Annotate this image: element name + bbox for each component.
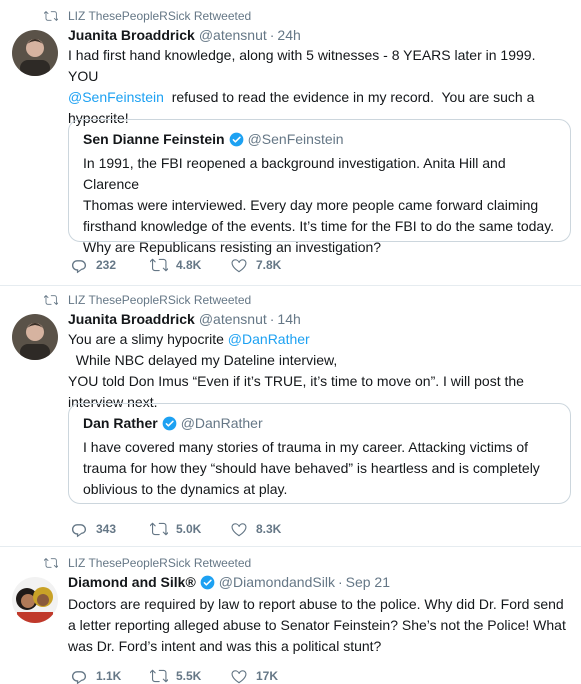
reply-icon [71, 260, 87, 274]
avatar[interactable] [12, 314, 58, 360]
reply-button[interactable]: 1.1K [70, 666, 121, 684]
tweet-2[interactable]: LIZ ThesePeopleRSick Retweeted Juanita B… [0, 286, 581, 546]
separator-dot: · [269, 311, 275, 327]
author-name[interactable]: Juanita Broaddrick [68, 311, 195, 327]
retweet-button[interactable]: 5.5K [150, 666, 201, 684]
like-count: 8.3K [256, 522, 282, 536]
retweet-label: LIZ ThesePeopleRSick Retweeted [68, 9, 252, 23]
retweet-button[interactable]: 4.8K [150, 255, 201, 275]
reply-count: 1.1K [96, 669, 122, 683]
text-line: Doctors are required by law to report ab… [68, 596, 564, 612]
quote-author-handle: @DanRather [180, 415, 263, 431]
retweet-count: 4.8K [176, 258, 202, 272]
text-segment: While NBC delayed my Dateline interview, [68, 352, 338, 368]
author-name[interactable]: Juanita Broaddrick [68, 27, 195, 43]
author-handle[interactable]: @DiamondandSilk [219, 574, 335, 590]
quote-line: firsthand knowledge of the events. It’s … [83, 218, 555, 234]
reply-icon [71, 524, 87, 538]
like-button[interactable]: 17K [230, 666, 278, 684]
quote-line: In 1991, the FBI reopened a background i… [83, 155, 506, 192]
tweet-header: Juanita Broaddrick @atensnut · 14h [68, 309, 301, 329]
like-icon [231, 670, 247, 684]
retweet-button[interactable]: 5.0K [150, 519, 201, 539]
text-segment: YOU told Don Imus “Even if it’s TRUE, it… [68, 373, 524, 389]
retweet-count: 5.5K [176, 669, 202, 683]
text-segment: I had first hand knowledge, along with 5… [68, 47, 536, 84]
verified-badge-icon [229, 132, 243, 146]
text-line: was Dr. Ford’s intent and was this a pol… [68, 638, 382, 654]
like-button[interactable]: 8.3K [230, 519, 281, 539]
quote-line: I have covered many stories of trauma in… [83, 439, 529, 455]
tweet-text: Doctors are required by law to report ab… [68, 594, 568, 657]
mention-link[interactable]: @DanRather [228, 331, 310, 347]
retweet-icon [150, 258, 168, 272]
like-count: 7.8K [256, 258, 282, 272]
verified-badge-icon [162, 416, 177, 430]
quote-header: Sen Dianne Feinstein @SenFeinstein [83, 131, 344, 147]
quote-author-name: Sen Dianne Feinstein [83, 131, 225, 147]
retweet-label: LIZ ThesePeopleRSick Retweeted [68, 293, 252, 307]
tweet-3[interactable]: LIZ ThesePeopleRSick Retweeted Diamond a… [0, 547, 581, 684]
separator-dot: · [269, 27, 275, 43]
text-line: a letter reporting alleged abuse to Sena… [68, 617, 566, 633]
tweet-header: Diamond and Silk® @DiamondandSilk · Sep … [68, 572, 390, 592]
reply-count: 343 [96, 522, 117, 536]
like-button[interactable]: 7.8K [230, 255, 281, 275]
reply-icon [71, 671, 87, 684]
avatar[interactable] [12, 577, 58, 623]
mention-link[interactable]: @SenFeinstein [68, 89, 164, 105]
like-icon [231, 259, 247, 273]
retweet-icon [150, 522, 168, 536]
retweet-icon [44, 295, 58, 305]
author-handle[interactable]: @atensnut [199, 27, 267, 43]
reply-count: 232 [96, 258, 117, 272]
like-icon [231, 523, 247, 537]
tweet-time[interactable]: 24h [277, 27, 300, 43]
reply-button[interactable]: 232 [70, 255, 116, 275]
quote-line: oblivious to the dynamics at play. [83, 481, 288, 497]
author-name[interactable]: Diamond and Silk® [68, 574, 196, 590]
text-segment: You are a slimy hypocrite [68, 331, 224, 347]
quoted-tweet[interactable]: Sen Dianne Feinstein @SenFeinstein In 19… [68, 119, 571, 255]
quote-text: In 1991, the FBI reopened a background i… [83, 153, 563, 258]
tweet-1[interactable]: LIZ ThesePeopleRSick Retweeted Juanita B… [0, 0, 581, 285]
quote-line: Thomas were interviewed. Every day more … [83, 197, 539, 213]
retweet-count: 5.0K [176, 522, 202, 536]
retweet-icon [44, 11, 58, 21]
tweet-text: You are a slimy hypocrite @DanRather Whi… [68, 329, 568, 413]
tweet-time[interactable]: Sep 21 [346, 574, 390, 590]
quote-author-handle: @SenFeinstein [247, 131, 344, 147]
retweet-label: LIZ ThesePeopleRSick Retweeted [68, 556, 252, 570]
quote-text: I have covered many stories of trauma in… [83, 437, 563, 500]
retweet-icon [150, 669, 168, 683]
tweet-time[interactable]: 14h [277, 311, 300, 327]
quote-header: Dan Rather @DanRather [83, 415, 263, 431]
reply-button[interactable]: 343 [70, 519, 116, 539]
retweet-icon [44, 558, 58, 568]
like-count: 17K [256, 669, 279, 683]
tweet-header: Juanita Broaddrick @atensnut · 24h [68, 25, 301, 45]
avatar[interactable] [12, 30, 58, 76]
verified-badge-icon [200, 575, 215, 589]
author-handle[interactable]: @atensnut [199, 311, 267, 327]
separator-dot: · [337, 574, 343, 590]
text-segment: refused to read the evidence in my recor… [163, 89, 535, 105]
quote-line: trauma for how they “should have behaved… [83, 460, 540, 476]
quoted-tweet[interactable]: Dan Rather @DanRather I have covered man… [68, 403, 571, 504]
tweet-text: I had first hand knowledge, along with 5… [68, 45, 568, 129]
quote-author-name: Dan Rather [83, 415, 158, 431]
